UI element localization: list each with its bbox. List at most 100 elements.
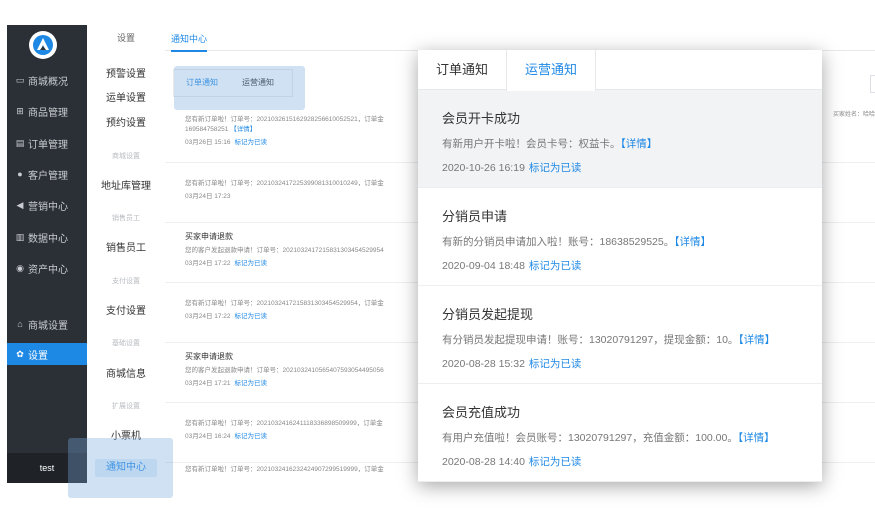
chart-icon: ▥ xyxy=(15,231,25,242)
submenu-group-label: 基础设置 xyxy=(112,340,140,347)
gear-icon: ✿ xyxy=(16,348,24,359)
filter-input[interactable] xyxy=(870,75,875,93)
detail-link[interactable]: 【详情】 xyxy=(738,432,775,444)
notice-body: 您有新订单啦！订单号：202103241623242490729951999​9… xyxy=(185,466,384,473)
notification-desc: 有分销员发起提现申请！账号：13020791297，提现金额：10。【详情】 xyxy=(442,332,822,347)
sidebar-item-label: 设置 xyxy=(28,350,48,362)
notice-date-text: 03月24日 17:21 xyxy=(185,380,231,387)
submenu-item-address[interactable]: 地址库管理 xyxy=(87,177,165,192)
mark-read-link[interactable]: 标记为已读 xyxy=(529,358,582,370)
notice-body: 您有新订单啦！订单号：202103241721583130345452995​4… xyxy=(185,300,384,307)
detail-link[interactable]: 【详情】 xyxy=(674,236,711,248)
submenu-title: 设置 xyxy=(116,33,135,43)
notification-date: 2020-08-28 15:32 标记为已读 xyxy=(442,356,822,371)
asset-icon: ◉ xyxy=(16,262,24,273)
notice-date-text: 03月24日 17:22 xyxy=(185,260,231,267)
cart-icon: ⊞ xyxy=(16,105,24,116)
app-logo[interactable] xyxy=(29,31,57,59)
mark-read-link[interactable]: 标记为已读 xyxy=(235,313,268,320)
notice-date-text: 03月24日 17:22 xyxy=(185,313,231,320)
main-sidebar: ▭ 商城概况 ⊞ 商品管理 ▤ 订单管理 ● 客户管理 ◀ 营销中心 ▥ 数据中心 ◉ 资产中… xyxy=(7,25,87,483)
order-icon: ▤ xyxy=(15,137,25,148)
sidebar-item-label: 商品管理 xyxy=(28,107,68,119)
notification-item[interactable]: 分销员申请 有新的分销员申请加入啦！账号：18638529525。【详情】 20… xyxy=(418,188,822,286)
detail-link[interactable]: 【详情】 xyxy=(738,334,775,346)
notice-date-text: 03月26日 15:16 xyxy=(185,139,231,146)
notification-date: 2020-08-28 14:40 标记为已读 xyxy=(442,454,822,469)
notification-desc-text: 有新用户开卡啦！会员卡号：权益卡。 xyxy=(442,138,621,150)
mark-read-link[interactable]: 标记为已读 xyxy=(235,380,268,387)
sidebar-item-products[interactable]: ⊞ 商品管理 xyxy=(7,100,87,122)
submenu-item-reservation[interactable]: 预约设置 xyxy=(87,114,165,129)
notification-desc-text: 有分销员发起提现申请！账号：13020791297，提现金额：10。 xyxy=(442,334,739,346)
sidebar-item-label: 营销中心 xyxy=(28,201,68,213)
mark-read-link[interactable]: 标记为已读 xyxy=(529,456,582,468)
notification-date-text: 2020-10-26 16:19 xyxy=(442,162,525,174)
sidebar-item-label: 资产中心 xyxy=(28,264,68,276)
submenu-item-store-info[interactable]: 商城信息 xyxy=(87,365,165,380)
notification-title: 会员开卡成功 xyxy=(442,111,521,126)
submenu-item-payment[interactable]: 支付设置 xyxy=(87,302,165,317)
sidebar-item-customers[interactable]: ● 客户管理 xyxy=(7,163,87,185)
notification-item[interactable]: 会员开卡成功 有新用户开卡啦！会员卡号：权益卡。【详情】 2020-10-26 … xyxy=(418,90,822,188)
dashboard-icon: ▭ xyxy=(15,74,25,85)
submenu-item-warning[interactable]: 预警设置 xyxy=(87,65,165,80)
notification-date-text: 2020-09-04 18:48 xyxy=(442,260,525,272)
popup-tab-operation[interactable]: 运营通知 xyxy=(506,50,597,91)
sidebar-item-overview[interactable]: ▭ 商城概况 xyxy=(7,69,87,91)
sidebar-item-marketing[interactable]: ◀ 营销中心 xyxy=(7,194,87,216)
notice-body-text: 169584758251 xyxy=(185,126,229,133)
sidebar-item-store-settings[interactable]: ⌂ 商城设置 xyxy=(7,313,87,335)
notification-desc: 有新的分销员申请加入啦！账号：18638529525。【详情】 xyxy=(442,234,822,249)
notification-title: 分销员申请 xyxy=(442,209,508,224)
settings-submenu: 设置 预警设置 运单设置 预约设置 商城设置 地址库管理 销售员工 销售员工 支… xyxy=(87,25,165,483)
sidebar-item-settings[interactable]: ✿ 设置 xyxy=(7,343,87,365)
notice-body: 您的客户发起退款申请！订单号：2021032417215831303454529… xyxy=(185,247,384,254)
notification-item[interactable]: 会员充值成功 有用户充值啦！会员账号：13020791297，充值金额：100.… xyxy=(418,384,822,482)
notification-date: 2020-10-26 16:19 标记为已读 xyxy=(442,160,822,175)
popup-tab-order[interactable]: 订单通知 xyxy=(418,50,506,90)
tab-notification-center[interactable]: 通知中心 xyxy=(171,32,208,52)
detail-link[interactable]: 【详情】 xyxy=(230,126,256,133)
notification-item[interactable]: 分销员发起提现 有分销员发起提现申请！账号：13020791297，提现金额：1… xyxy=(418,286,822,384)
notification-date-text: 2020-08-28 15:32 xyxy=(442,358,525,370)
sidebar-item-label: 数据中心 xyxy=(28,233,68,245)
notification-desc: 有新用户开卡啦！会员卡号：权益卡。【详情】 xyxy=(442,136,822,151)
sidebar-item-orders[interactable]: ▤ 订单管理 xyxy=(7,132,87,154)
notification-date: 2020-09-04 18:48 标记为已读 xyxy=(442,258,822,273)
mark-read-link[interactable]: 标记为已读 xyxy=(235,433,268,440)
submenu-group-label: 销售员工 xyxy=(112,215,140,222)
sidebar-item-data[interactable]: ▥ 数据中心 xyxy=(7,226,87,248)
notice-body: 您有新订单啦！订单号：202103241722539908131001024​9… xyxy=(185,180,384,187)
submenu-group-label: 支付设置 xyxy=(112,278,140,285)
notification-title: 会员充值成功 xyxy=(442,405,521,420)
submenu-item-sales-staff[interactable]: 销售员工 xyxy=(87,239,165,254)
highlight-notification-center xyxy=(68,438,173,498)
notification-desc: 有用户充值啦！会员账号：13020791297，充值金额：100.00。【详情】 xyxy=(442,430,822,445)
logo-icon xyxy=(33,35,53,55)
sidebar-item-label: 客户管理 xyxy=(28,170,68,182)
sidebar-item-label: 商城设置 xyxy=(28,320,68,332)
notification-desc-text: 有用户充值啦！会员账号：13020791297，充值金额：100.00。 xyxy=(442,432,738,444)
sidebar-item-label: 订单管理 xyxy=(28,139,68,151)
notice-body: 您的客户发起退款申请！订单号：2021032410565407593054495… xyxy=(185,367,384,374)
notification-date-text: 2020-08-28 14:40 xyxy=(442,456,525,468)
mark-read-link[interactable]: 标记为已读 xyxy=(235,139,268,146)
notice-date-text: 03月24日 16:24 xyxy=(185,433,231,440)
submenu-item-waybill[interactable]: 运单设置 xyxy=(87,89,165,104)
submenu-group-label: 扩展设置 xyxy=(112,403,140,410)
notice-date-text: 03月24日 17:23 xyxy=(185,193,231,200)
highlight-tabs xyxy=(174,66,305,110)
mark-read-link[interactable]: 标记为已读 xyxy=(529,260,582,272)
notice-body: 您有新订单啦！订单号：202103261516292825661005252​1… xyxy=(185,116,384,123)
sidebar-item-label: 商城概况 xyxy=(28,76,68,88)
notification-desc-text: 有新的分销员申请加入啦！账号：18638529525。 xyxy=(442,236,675,248)
mark-read-link[interactable]: 标记为已读 xyxy=(529,162,582,174)
sidebar-item-assets[interactable]: ◉ 资产中心 xyxy=(7,257,87,279)
notification-popup: 订单通知 运营通知 会员开卡成功 有新用户开卡啦！会员卡号：权益卡。【详情】 2… xyxy=(418,50,822,482)
detail-link[interactable]: 【详情】 xyxy=(621,138,658,150)
mark-read-link[interactable]: 标记为已读 xyxy=(235,260,268,267)
home-icon: ⌂ xyxy=(17,319,23,329)
popup-tabs: 订单通知 运营通知 xyxy=(418,50,822,91)
megaphone-icon: ◀ xyxy=(16,199,24,210)
